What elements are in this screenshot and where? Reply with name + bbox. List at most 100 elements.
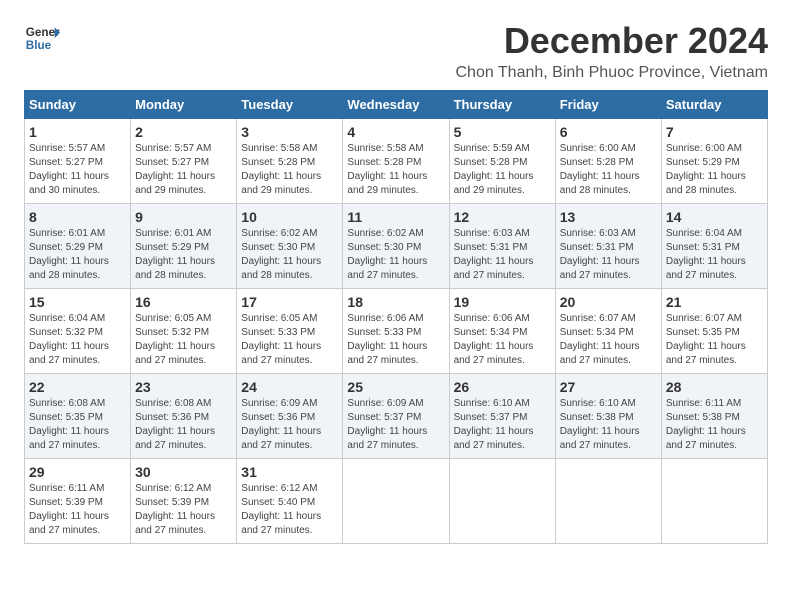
header-thursday: Thursday <box>449 91 555 119</box>
day-detail: Sunrise: 6:01 AMSunset: 5:29 PMDaylight:… <box>29 228 109 281</box>
table-cell: 27 Sunrise: 6:10 AMSunset: 5:38 PMDayligh… <box>555 374 661 459</box>
day-number: 31 <box>241 464 338 480</box>
day-detail: Sunrise: 6:09 AMSunset: 5:37 PMDaylight:… <box>347 398 427 451</box>
day-number: 2 <box>135 124 232 140</box>
table-cell: 17 Sunrise: 6:05 AMSunset: 5:33 PMDayligh… <box>237 289 343 374</box>
table-cell: 15 Sunrise: 6:04 AMSunset: 5:32 PMDayligh… <box>25 289 131 374</box>
table-cell: 26 Sunrise: 6:10 AMSunset: 5:37 PMDayligh… <box>449 374 555 459</box>
day-number: 12 <box>454 209 551 225</box>
day-number: 3 <box>241 124 338 140</box>
day-detail: Sunrise: 6:12 AMSunset: 5:40 PMDaylight:… <box>241 483 321 536</box>
table-cell <box>449 459 555 544</box>
table-cell: 30 Sunrise: 6:12 AMSunset: 5:39 PMDayligh… <box>131 459 237 544</box>
day-detail: Sunrise: 6:00 AMSunset: 5:28 PMDaylight:… <box>560 143 640 196</box>
table-cell: 16Sunrise: 6:05 AMSunset: 5:32 PMDayligh… <box>131 289 237 374</box>
week-row-5: 29Sunrise: 6:11 AMSunset: 5:39 PMDayligh… <box>25 459 768 544</box>
day-number: 21 <box>666 294 763 310</box>
table-cell: 22Sunrise: 6:08 AMSunset: 5:35 PMDayligh… <box>25 374 131 459</box>
table-cell: 20 Sunrise: 6:07 AMSunset: 5:34 PMDayligh… <box>555 289 661 374</box>
day-number: 16 <box>135 294 232 310</box>
week-row-3: 15 Sunrise: 6:04 AMSunset: 5:32 PMDayligh… <box>25 289 768 374</box>
day-number: 30 <box>135 464 232 480</box>
table-cell: 12 Sunrise: 6:03 AMSunset: 5:31 PMDayligh… <box>449 204 555 289</box>
day-detail: Sunrise: 5:57 AMSunset: 5:27 PMDaylight:… <box>29 143 109 196</box>
page-header: General Blue December 2024 Chon Thanh, B… <box>24 20 768 82</box>
table-cell: 9 Sunrise: 6:01 AMSunset: 5:29 PMDaylight… <box>131 204 237 289</box>
table-cell: 1Sunrise: 5:57 AMSunset: 5:27 PMDaylight… <box>25 119 131 204</box>
weekday-header-row: Sunday Monday Tuesday Wednesday Thursday… <box>25 91 768 119</box>
day-number: 17 <box>241 294 338 310</box>
day-detail: Sunrise: 6:02 AMSunset: 5:30 PMDaylight:… <box>347 228 427 281</box>
day-number: 26 <box>454 379 551 395</box>
table-cell: 21 Sunrise: 6:07 AMSunset: 5:35 PMDayligh… <box>661 289 767 374</box>
logo: General Blue <box>24 20 60 56</box>
day-number: 15 <box>29 294 126 310</box>
day-detail: Sunrise: 6:00 AMSunset: 5:29 PMDaylight:… <box>666 143 746 196</box>
day-detail: Sunrise: 6:12 AMSunset: 5:39 PMDaylight:… <box>135 483 215 536</box>
header-saturday: Saturday <box>661 91 767 119</box>
day-detail: Sunrise: 6:10 AMSunset: 5:38 PMDaylight:… <box>560 398 640 451</box>
day-detail: Sunrise: 5:58 AMSunset: 5:28 PMDaylight:… <box>347 143 427 196</box>
table-cell: 2 Sunrise: 5:57 AMSunset: 5:27 PMDaylight… <box>131 119 237 204</box>
day-detail: Sunrise: 6:11 AMSunset: 5:38 PMDaylight:… <box>666 398 746 451</box>
title-section: December 2024 Chon Thanh, Binh Phuoc Pro… <box>456 20 769 82</box>
table-cell: 25 Sunrise: 6:09 AMSunset: 5:37 PMDayligh… <box>343 374 449 459</box>
calendar-table: Sunday Monday Tuesday Wednesday Thursday… <box>24 90 768 544</box>
table-cell: 6Sunrise: 6:00 AMSunset: 5:28 PMDaylight… <box>555 119 661 204</box>
table-cell: 10Sunrise: 6:02 AMSunset: 5:30 PMDayligh… <box>237 204 343 289</box>
day-number: 28 <box>666 379 763 395</box>
day-detail: Sunrise: 6:02 AMSunset: 5:30 PMDaylight:… <box>241 228 321 281</box>
svg-text:Blue: Blue <box>26 39 52 52</box>
table-cell <box>555 459 661 544</box>
day-detail: Sunrise: 6:07 AMSunset: 5:35 PMDaylight:… <box>666 313 746 366</box>
day-detail: Sunrise: 6:09 AMSunset: 5:36 PMDaylight:… <box>241 398 321 451</box>
header-tuesday: Tuesday <box>237 91 343 119</box>
day-number: 11 <box>347 209 444 225</box>
table-cell: 29Sunrise: 6:11 AMSunset: 5:39 PMDayligh… <box>25 459 131 544</box>
table-cell: 28 Sunrise: 6:11 AMSunset: 5:38 PMDayligh… <box>661 374 767 459</box>
day-detail: Sunrise: 6:01 AMSunset: 5:29 PMDaylight:… <box>135 228 215 281</box>
day-number: 25 <box>347 379 444 395</box>
header-monday: Monday <box>131 91 237 119</box>
day-detail: Sunrise: 6:04 AMSunset: 5:31 PMDaylight:… <box>666 228 746 281</box>
day-number: 5 <box>454 124 551 140</box>
day-detail: Sunrise: 5:59 AMSunset: 5:28 PMDaylight:… <box>454 143 534 196</box>
day-number: 23 <box>135 379 232 395</box>
day-detail: Sunrise: 6:07 AMSunset: 5:34 PMDaylight:… <box>560 313 640 366</box>
day-number: 4 <box>347 124 444 140</box>
day-detail: Sunrise: 5:57 AMSunset: 5:27 PMDaylight:… <box>135 143 215 196</box>
day-number: 20 <box>560 294 657 310</box>
table-cell: 8 Sunrise: 6:01 AMSunset: 5:29 PMDaylight… <box>25 204 131 289</box>
day-detail: Sunrise: 6:03 AMSunset: 5:31 PMDaylight:… <box>454 228 534 281</box>
day-number: 13 <box>560 209 657 225</box>
week-row-1: 1Sunrise: 5:57 AMSunset: 5:27 PMDaylight… <box>25 119 768 204</box>
location-title: Chon Thanh, Binh Phuoc Province, Vietnam <box>456 64 769 82</box>
table-cell <box>661 459 767 544</box>
day-number: 24 <box>241 379 338 395</box>
day-number: 27 <box>560 379 657 395</box>
day-detail: Sunrise: 6:05 AMSunset: 5:33 PMDaylight:… <box>241 313 321 366</box>
day-detail: Sunrise: 6:03 AMSunset: 5:31 PMDaylight:… <box>560 228 640 281</box>
day-detail: Sunrise: 6:06 AMSunset: 5:34 PMDaylight:… <box>454 313 534 366</box>
table-cell: 13 Sunrise: 6:03 AMSunset: 5:31 PMDayligh… <box>555 204 661 289</box>
header-friday: Friday <box>555 91 661 119</box>
table-cell: 4 Sunrise: 5:58 AMSunset: 5:28 PMDaylight… <box>343 119 449 204</box>
day-number: 22 <box>29 379 126 395</box>
week-row-4: 22Sunrise: 6:08 AMSunset: 5:35 PMDayligh… <box>25 374 768 459</box>
logo-icon: General Blue <box>24 20 60 56</box>
day-detail: Sunrise: 6:10 AMSunset: 5:37 PMDaylight:… <box>454 398 534 451</box>
table-cell: 5 Sunrise: 5:59 AMSunset: 5:28 PMDaylight… <box>449 119 555 204</box>
table-cell: 18 Sunrise: 6:06 AMSunset: 5:33 PMDayligh… <box>343 289 449 374</box>
table-cell: 31 Sunrise: 6:12 AMSunset: 5:40 PMDayligh… <box>237 459 343 544</box>
table-cell: 3Sunrise: 5:58 AMSunset: 5:28 PMDaylight… <box>237 119 343 204</box>
header-wednesday: Wednesday <box>343 91 449 119</box>
header-sunday: Sunday <box>25 91 131 119</box>
table-cell <box>343 459 449 544</box>
day-number: 8 <box>29 209 126 225</box>
day-number: 14 <box>666 209 763 225</box>
day-number: 9 <box>135 209 232 225</box>
day-detail: Sunrise: 6:06 AMSunset: 5:33 PMDaylight:… <box>347 313 427 366</box>
day-number: 18 <box>347 294 444 310</box>
table-cell: 24 Sunrise: 6:09 AMSunset: 5:36 PMDayligh… <box>237 374 343 459</box>
day-detail: Sunrise: 6:04 AMSunset: 5:32 PMDaylight:… <box>29 313 109 366</box>
